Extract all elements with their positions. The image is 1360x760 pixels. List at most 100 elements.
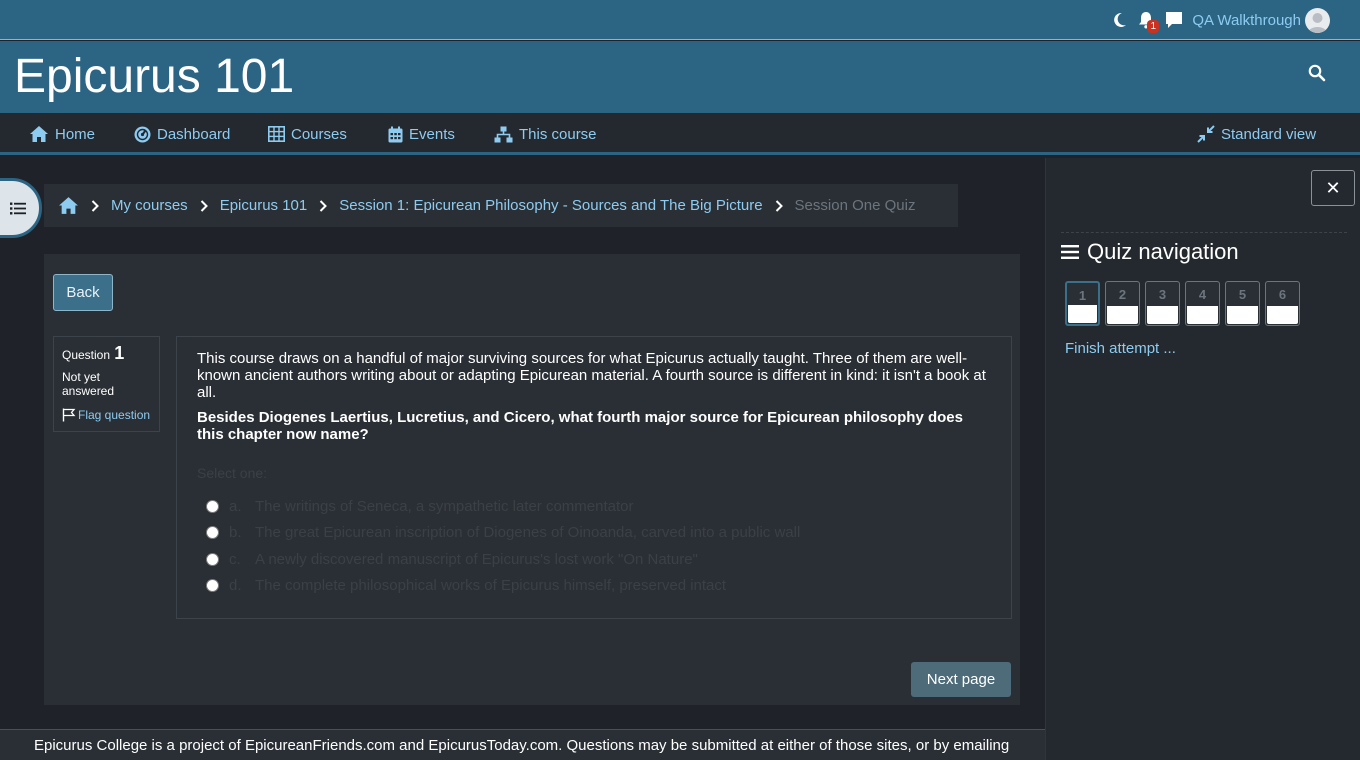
quiz-nav-question-3[interactable]: 3 bbox=[1145, 281, 1180, 326]
standard-view-toggle[interactable]: Standard view bbox=[1197, 113, 1316, 155]
question-status-bar bbox=[1227, 306, 1258, 324]
question-content: This course draws on a handful of major … bbox=[176, 336, 1012, 619]
question-button-number: 1 bbox=[1078, 288, 1087, 303]
dark-mode-moon-icon[interactable] bbox=[1108, 8, 1132, 32]
chevron-right-icon bbox=[319, 199, 328, 212]
footer-link-epicurustoday[interactable]: EpicurusToday.com bbox=[428, 737, 558, 754]
nav-this-course-label: This course bbox=[519, 125, 597, 143]
calendar-icon bbox=[388, 126, 403, 142]
nav-events[interactable]: Events bbox=[388, 113, 455, 155]
close-drawer-button[interactable]: ✕ bbox=[1311, 170, 1355, 206]
answer-text: The great Epicurean inscription of Dioge… bbox=[255, 524, 801, 542]
courses-icon bbox=[268, 126, 285, 142]
search-icon[interactable] bbox=[1308, 64, 1326, 86]
quiz-nav-question-2[interactable]: 2 bbox=[1105, 281, 1140, 326]
question-button-list: 1 2 3 4 5 6 bbox=[1065, 281, 1347, 326]
answer-option-d[interactable]: d. The complete philosophical works of E… bbox=[197, 573, 991, 600]
breadcrumb-home-icon[interactable] bbox=[58, 196, 79, 215]
standard-view-label: Standard view bbox=[1221, 125, 1317, 143]
question-status-bar bbox=[1147, 306, 1178, 324]
next-page-button[interactable]: Next page bbox=[911, 662, 1011, 697]
question-text: This course draws on a handful of major … bbox=[197, 350, 986, 401]
nav-home[interactable]: Home bbox=[29, 113, 95, 155]
footer-text: . Questions may be submitted at either o… bbox=[558, 737, 1010, 754]
top-bar: 1 QA Walkthrough bbox=[0, 0, 1360, 40]
answer-letter: b. bbox=[229, 524, 242, 542]
chevron-right-icon bbox=[775, 199, 783, 212]
quiz-navigation-heading: Quiz navigation bbox=[1061, 239, 1347, 265]
footer-text: Epicurus College is a project of bbox=[34, 737, 245, 754]
answer-text: A newly discovered manuscript of Epicuru… bbox=[255, 550, 698, 568]
answer-option-a[interactable]: a. The writings of Seneca, a sympathetic… bbox=[197, 493, 991, 520]
chevron-right-icon bbox=[91, 199, 99, 212]
question-label: Question bbox=[62, 348, 111, 362]
user-avatar[interactable] bbox=[1305, 7, 1330, 33]
page-title: Epicurus 101 bbox=[14, 50, 295, 103]
course-index-toggle[interactable] bbox=[0, 178, 42, 238]
notifications-bell-icon[interactable]: 1 bbox=[1134, 8, 1160, 33]
primary-navigation: Home Dashboard Courses Events This cours… bbox=[0, 113, 1360, 155]
quiz-nav-question-5[interactable]: 5 bbox=[1225, 281, 1260, 326]
quiz-nav-question-6[interactable]: 6 bbox=[1265, 281, 1300, 326]
question-number: 1 bbox=[114, 343, 125, 363]
sitemap-icon bbox=[494, 126, 513, 142]
page-header: Epicurus 101 bbox=[0, 41, 1360, 113]
question-status-bar bbox=[1187, 306, 1218, 324]
answer-list: a. The writings of Seneca, a sympathetic… bbox=[197, 493, 991, 599]
chevron-right-icon bbox=[200, 199, 208, 212]
breadcrumb-course[interactable]: Epicurus 101 bbox=[220, 197, 308, 214]
footer-link-epicureanfriends[interactable]: EpicureanFriends.com bbox=[245, 737, 395, 754]
answer-text: The complete philosophical works of Epic… bbox=[255, 577, 727, 595]
flag-icon bbox=[62, 408, 76, 422]
user-menu-area: 1 QA Walkthrough bbox=[1108, 7, 1330, 33]
question-state: Not yet answered bbox=[62, 370, 115, 398]
nav-dashboard[interactable]: Dashboard bbox=[134, 113, 230, 155]
quiz-nav-question-4[interactable]: 4 bbox=[1185, 281, 1220, 326]
finish-attempt-link[interactable]: Finish attempt ... bbox=[1065, 340, 1347, 357]
question-button-number: 5 bbox=[1238, 287, 1247, 302]
answer-option-b[interactable]: b. The great Epicurean inscription of Di… bbox=[197, 520, 991, 547]
quiz-main-region: Back Question 1 Not yet answered Flag qu… bbox=[44, 254, 1020, 705]
answer-letter: c. bbox=[229, 550, 241, 568]
dashboard-icon bbox=[134, 126, 151, 142]
breadcrumb: My courses Epicurus 101 Session 1: Epicu… bbox=[44, 184, 958, 227]
question-button-number: 4 bbox=[1198, 287, 1207, 302]
answer-option-c[interactable]: c. A newly discovered manuscript of Epic… bbox=[197, 546, 991, 573]
hamburger-menu-icon bbox=[1061, 245, 1079, 259]
question-info-panel: Question 1 Not yet answered Flag questio… bbox=[53, 336, 160, 432]
home-icon bbox=[30, 126, 48, 142]
question-status-bar bbox=[1068, 305, 1097, 323]
quiz-navigation-title: Quiz navigation bbox=[1087, 239, 1239, 264]
answer-radio-a[interactable] bbox=[206, 499, 219, 513]
list-icon bbox=[10, 202, 26, 214]
answer-radio-b[interactable] bbox=[206, 526, 219, 540]
breadcrumb-current: Session One Quiz bbox=[794, 197, 916, 214]
question-prompt: Besides Diogenes Laertius, Lucretius, an… bbox=[197, 409, 963, 443]
breadcrumb-my-courses[interactable]: My courses bbox=[111, 197, 188, 214]
back-button[interactable]: Back bbox=[53, 274, 113, 311]
answer-text: The writings of Seneca, a sympathetic la… bbox=[255, 497, 634, 515]
user-name-link[interactable]: QA Walkthrough bbox=[1192, 12, 1301, 29]
question-button-number: 2 bbox=[1118, 287, 1127, 302]
footer-text: and bbox=[395, 737, 429, 754]
flag-question-label: Flag question bbox=[78, 408, 151, 422]
notification-count-badge: 1 bbox=[1147, 20, 1160, 33]
question-button-number: 3 bbox=[1158, 287, 1167, 302]
flag-question-link[interactable]: Flag question bbox=[62, 408, 151, 422]
quiz-nav-question-1[interactable]: 1 bbox=[1065, 281, 1100, 326]
select-one-label: Select one: bbox=[197, 465, 268, 481]
nav-courses-label: Courses bbox=[291, 125, 347, 143]
compress-arrows-icon bbox=[1197, 125, 1215, 143]
nav-this-course[interactable]: This course bbox=[494, 113, 597, 155]
answer-letter: d. bbox=[229, 577, 242, 595]
breadcrumb-section[interactable]: Session 1: Epicurean Philosophy - Source… bbox=[339, 197, 762, 214]
answer-letter: a. bbox=[229, 497, 242, 515]
nav-courses[interactable]: Courses bbox=[268, 113, 347, 155]
answer-radio-c[interactable] bbox=[206, 552, 219, 566]
question-status-bar bbox=[1267, 306, 1298, 324]
messages-chat-icon[interactable] bbox=[1162, 8, 1186, 32]
question-status-bar bbox=[1107, 306, 1138, 324]
nav-events-label: Events bbox=[409, 125, 455, 143]
answer-radio-d[interactable] bbox=[206, 579, 219, 593]
nav-home-label: Home bbox=[55, 125, 96, 143]
